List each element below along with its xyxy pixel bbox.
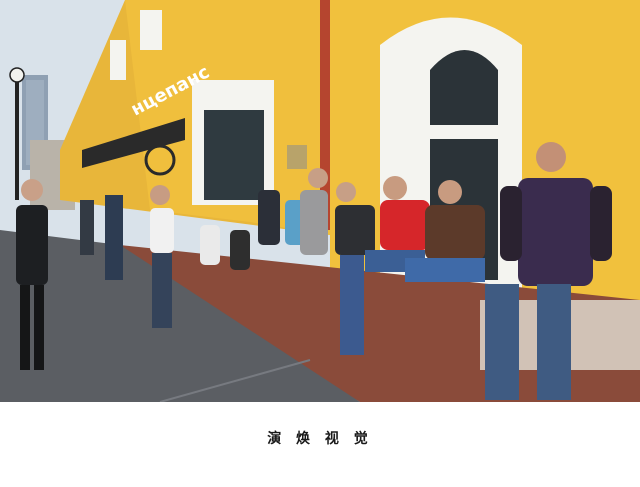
plaque	[287, 145, 307, 169]
caption-text: 演 焕 视 觉	[267, 431, 373, 447]
street-photo: нцепанс	[0, 0, 640, 402]
street-lamp	[15, 80, 19, 200]
